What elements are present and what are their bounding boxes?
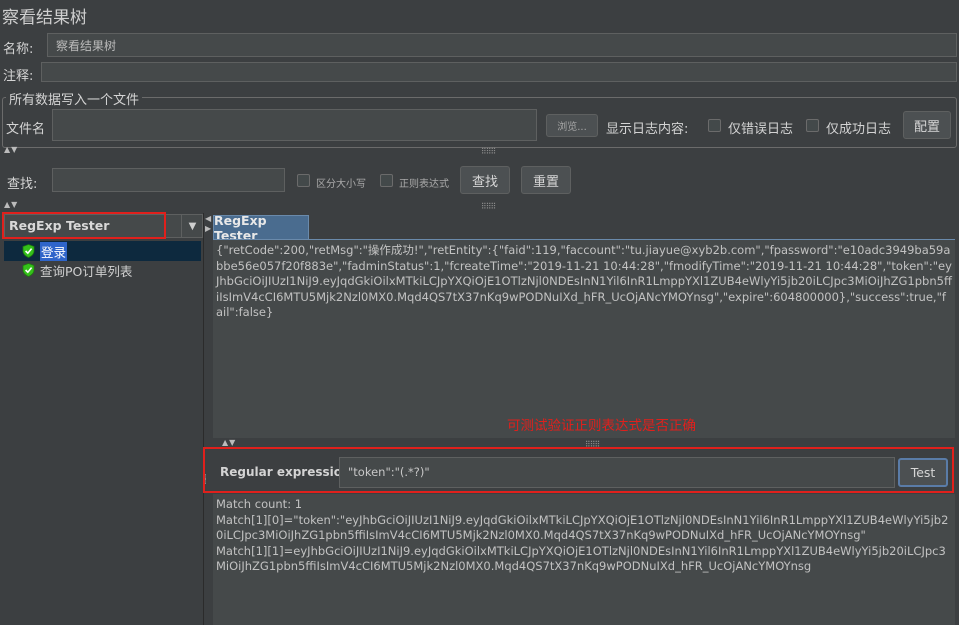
renderer-highlight-box <box>2 212 166 239</box>
comment-field[interactable] <box>41 62 957 82</box>
regex-highlight-box <box>203 447 954 493</box>
annotation-text: 可测试验证正则表达式是否正确 <box>507 418 696 434</box>
file-group-legend: 所有数据写入一个文件 <box>6 89 143 108</box>
regex-label: 正则表达式 <box>399 179 449 190</box>
success-only-checkbox[interactable] <box>806 119 819 132</box>
reset-button[interactable]: 重置 <box>521 166 571 194</box>
search-label: 查找: <box>7 177 38 192</box>
log-content-label: 显示日志内容: <box>606 122 689 137</box>
tab-regexp-tester[interactable]: RegExp Tester <box>213 213 309 243</box>
match-group-1: Match[1][1]=eyJhbGciOiJIUzI1NiJ9.eyJqdGk… <box>216 543 946 574</box>
name-label: 名称: <box>3 42 34 57</box>
response-area[interactable]: {"retCode":200,"retMsg":"操作成功!","retEnti… <box>213 240 955 438</box>
splitter-grip-icon-2[interactable]: ⠿⠿⠿ <box>478 203 498 211</box>
filename-label: 文件名 <box>6 122 46 137</box>
find-button[interactable]: 查找 <box>460 166 510 194</box>
splitter-grip-icon[interactable]: ⠿⠿⠿ <box>478 148 498 156</box>
tree-item-login[interactable]: 登录 <box>22 241 68 261</box>
chevron-down-icon[interactable]: ▼ <box>181 214 203 238</box>
pass-check-icon <box>22 263 35 277</box>
search-input[interactable] <box>52 168 285 192</box>
match-result-area[interactable]: Match count: 1 Match[1][0]="token":"eyJh… <box>213 494 955 625</box>
pass-check-icon <box>22 244 35 258</box>
match-group-0: Match[1][0]="token":"eyJhbGciOiJIUzI1NiJ… <box>216 512 949 543</box>
tree-item-label: 查询PO订单列表 <box>40 263 133 279</box>
tree-item-po-list[interactable]: 查询PO订单列表 <box>22 261 132 279</box>
divider-arrows-icon[interactable]: ◀ ▶ <box>205 214 211 234</box>
name-field[interactable]: 察看结果树 <box>47 33 957 57</box>
success-only-label: 仅成功日志 <box>826 122 892 137</box>
case-sensitive-label: 区分大小写 <box>316 179 366 190</box>
regex-checkbox[interactable] <box>380 174 393 187</box>
collapse-arrows-icon-3[interactable]: ▲▼ <box>222 438 236 447</box>
errors-only-label: 仅错误日志 <box>728 122 794 137</box>
browse-button[interactable]: 浏览... <box>546 114 598 137</box>
errors-only-checkbox[interactable] <box>708 119 721 132</box>
config-button[interactable]: 配置 <box>903 111 951 139</box>
collapse-arrows-icon[interactable]: ▲▼ <box>4 145 18 154</box>
case-sensitive-checkbox[interactable] <box>297 174 310 187</box>
match-count: Match count: 1 <box>216 497 303 511</box>
response-text: {"retCode":200,"retMsg":"操作成功!","retEnti… <box>216 243 952 319</box>
tree-item-label: 登录 <box>40 241 68 261</box>
window-title: 察看结果树 <box>2 8 87 28</box>
filename-field[interactable] <box>52 109 537 141</box>
comment-label: 注释: <box>3 69 34 84</box>
collapse-arrows-icon-2[interactable]: ▲▼ <box>4 200 18 209</box>
